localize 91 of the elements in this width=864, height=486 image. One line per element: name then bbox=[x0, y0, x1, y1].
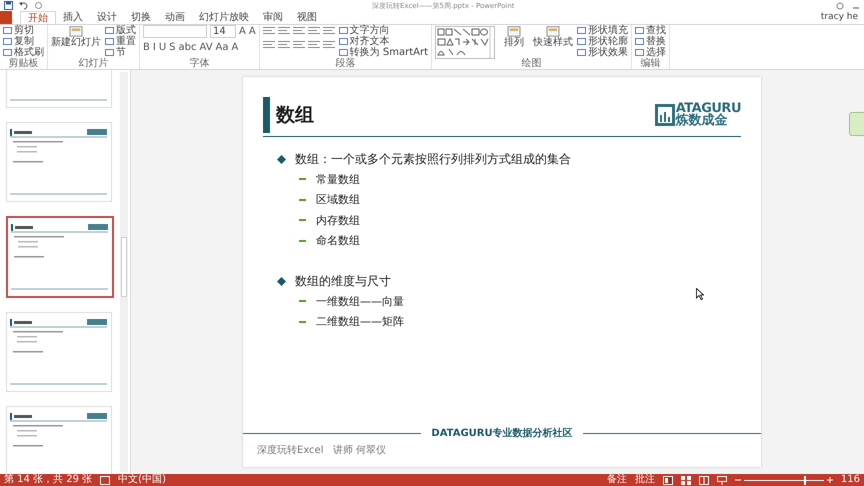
normal-view-icon[interactable] bbox=[662, 476, 673, 484]
list-icon[interactable] bbox=[278, 26, 290, 35]
ribbon-button[interactable]: 重置 bbox=[105, 36, 136, 47]
dropdown-field[interactable] bbox=[143, 25, 207, 38]
zoom-out-icon[interactable] bbox=[734, 477, 741, 483]
sub-bullet-text: 命名数组 bbox=[316, 233, 360, 248]
group-label: 段落 bbox=[334, 59, 356, 69]
zoom-in-icon[interactable] bbox=[826, 477, 833, 483]
ribbon-button[interactable]: 转换为 SmartArt bbox=[338, 47, 428, 58]
ribbon-button[interactable]: 形状轮廓 bbox=[577, 36, 628, 47]
ribbon-button[interactable]: 排列 bbox=[499, 25, 529, 48]
ribbon-button[interactable]: 替换 bbox=[635, 36, 666, 47]
scrollbar[interactable] bbox=[120, 72, 128, 472]
group-label: 字体 bbox=[188, 59, 210, 69]
comments-button[interactable]: 批注 bbox=[634, 474, 655, 486]
sub-bullet-text: 常量数组 bbox=[316, 172, 360, 187]
list-icon[interactable] bbox=[292, 26, 305, 35]
reading-view-icon[interactable] bbox=[698, 476, 709, 484]
bullet-text: 数组的维度与尺寸 bbox=[295, 272, 391, 290]
ribbon-button[interactable]: 选择 bbox=[635, 47, 666, 58]
title-accent-bar bbox=[263, 97, 270, 133]
ribbon-button[interactable]: 快速样式 bbox=[533, 25, 573, 48]
format-button[interactable]: I bbox=[152, 41, 156, 54]
spellcheck-icon[interactable] bbox=[100, 476, 110, 484]
ribbon-button[interactable]: 版式 bbox=[105, 25, 136, 36]
diamond-bullet-icon bbox=[277, 276, 286, 286]
help-icon[interactable] bbox=[836, 2, 844, 10]
format-button[interactable]: abc bbox=[178, 41, 196, 54]
user-name[interactable]: tracy he bbox=[820, 11, 864, 24]
diamond-bullet-icon bbox=[277, 154, 286, 164]
shapes-gallery[interactable] bbox=[435, 26, 495, 59]
slide-title: 数组 bbox=[276, 103, 314, 128]
slideshow-icon[interactable] bbox=[716, 476, 727, 484]
sub-bullet-text: 一维数组——向量 bbox=[316, 294, 404, 309]
format-button[interactable]: A bbox=[232, 41, 238, 54]
format-button[interactable]: AV bbox=[200, 41, 213, 54]
language-text[interactable]: 中文(中国) bbox=[118, 474, 166, 486]
list-icon[interactable] bbox=[322, 26, 335, 35]
format-button[interactable]: U bbox=[158, 41, 166, 54]
notes-button[interactable]: 备注 bbox=[606, 474, 627, 486]
dropdown-field[interactable]: 14 bbox=[210, 25, 236, 38]
zoom-level[interactable]: 116 bbox=[840, 474, 860, 486]
ribbon-button[interactable]: 剪切 bbox=[3, 25, 44, 36]
format-button[interactable]: B bbox=[143, 41, 150, 54]
ribbon-button[interactable]: 文字方向 bbox=[338, 25, 428, 36]
ribbon-tab[interactable]: 设计 bbox=[90, 11, 124, 24]
ribbon-button[interactable]: 形状填充 bbox=[577, 25, 628, 36]
ribbon-button[interactable]: 节 bbox=[105, 47, 136, 58]
ribbon-tab[interactable]: 审阅 bbox=[256, 11, 290, 24]
slide-thumbnail[interactable] bbox=[6, 216, 114, 298]
bullet-text: 数组：一个或多个元素按照行列排列方式组成的集合 bbox=[295, 150, 571, 168]
list-icon[interactable] bbox=[308, 26, 320, 35]
grid-view-icon[interactable] bbox=[680, 476, 691, 484]
sub-bullet-text: 内存数组 bbox=[316, 212, 360, 228]
ribbon-button[interactable]: 复制 bbox=[3, 36, 44, 47]
redo-icon[interactable] bbox=[34, 1, 43, 10]
list-icon[interactable] bbox=[308, 40, 320, 49]
list-icon[interactable] bbox=[322, 40, 335, 49]
format-button[interactable]: S bbox=[169, 41, 176, 54]
ribbon-tab[interactable]: 切换 bbox=[124, 11, 158, 24]
ribbon-button[interactable]: 查找 bbox=[635, 25, 666, 36]
ribbon-tab[interactable]: 幻灯片放映 bbox=[192, 11, 256, 24]
slide-position: 第 14 张，共 29 张 bbox=[4, 474, 92, 486]
group-label: 绘图 bbox=[520, 59, 542, 69]
undo-icon[interactable] bbox=[19, 1, 28, 10]
format-button[interactable]: A bbox=[239, 25, 246, 38]
ribbon-tab[interactable]: 开始 bbox=[20, 11, 56, 24]
group-label: 编辑 bbox=[640, 59, 662, 69]
list-icon[interactable] bbox=[262, 40, 275, 49]
footer-text: 深度玩转Excel 讲师 何翠仪 bbox=[257, 444, 388, 457]
group-label: 幻灯片 bbox=[78, 59, 110, 69]
footer-text: DATAGURU专业数据分析社区 bbox=[431, 426, 573, 440]
list-icon[interactable] bbox=[278, 40, 290, 49]
sub-bullet-text: 区域数组 bbox=[316, 192, 360, 208]
ribbon-tab[interactable]: 插入 bbox=[56, 11, 90, 24]
ribbon-button[interactable]: 新建幻灯片 bbox=[51, 25, 101, 48]
format-button[interactable]: Aa bbox=[216, 41, 229, 54]
list-icon[interactable] bbox=[292, 40, 305, 49]
ribbon-button[interactable]: 格式刷 bbox=[3, 47, 44, 58]
sub-bullet-text: 二维数组——矩阵 bbox=[316, 314, 404, 330]
list-icon[interactable] bbox=[262, 26, 275, 35]
group-label: 剪贴板 bbox=[8, 59, 40, 69]
mouse-pointer-icon bbox=[696, 288, 704, 300]
format-button[interactable]: A bbox=[248, 25, 256, 38]
ribbon-button[interactable]: 形状效果 bbox=[577, 47, 628, 58]
logo-icon bbox=[654, 104, 675, 126]
ribbon-button[interactable]: 对齐文本 bbox=[338, 36, 428, 47]
save-icon[interactable] bbox=[4, 1, 13, 10]
ribbon-tab[interactable]: 视图 bbox=[290, 11, 324, 24]
logo-text: 炼数成金 bbox=[676, 115, 729, 127]
ribbon-tab[interactable]: 动画 bbox=[158, 11, 192, 24]
